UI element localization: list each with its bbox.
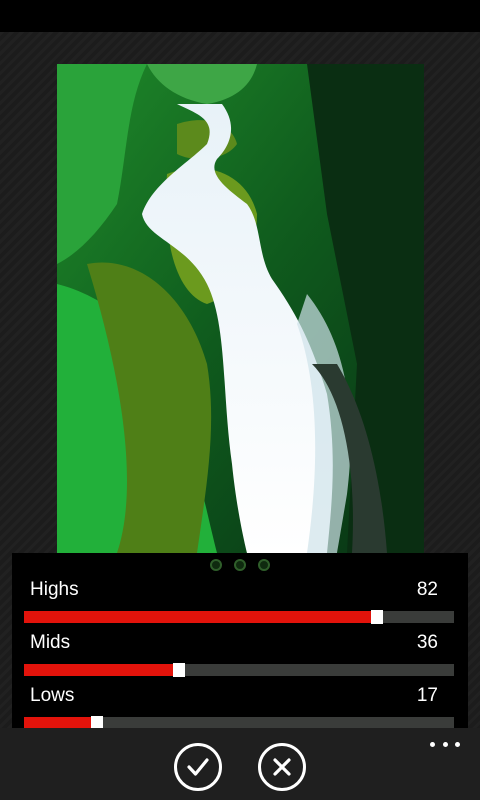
highs-slider-thumb[interactable] bbox=[370, 610, 383, 624]
ellipsis-icon bbox=[430, 741, 435, 747]
mids-label: Mids bbox=[30, 632, 71, 653]
app-bar bbox=[0, 728, 480, 800]
photo-preview bbox=[57, 64, 424, 553]
highs-slider[interactable] bbox=[24, 610, 454, 624]
mids-slider-thumb[interactable] bbox=[172, 663, 185, 677]
page-indicator bbox=[12, 559, 468, 571]
tone-adjustment-panel: Highs 82 Mids 36 Lows 17 bbox=[12, 553, 468, 735]
check-icon bbox=[187, 758, 209, 776]
editor-canvas: Highs 82 Mids 36 Lows 17 bbox=[0, 32, 480, 735]
page-dot[interactable] bbox=[210, 559, 222, 571]
lows-value: 17 bbox=[416, 685, 438, 706]
highs-row: Highs 82 bbox=[24, 579, 454, 629]
close-icon bbox=[273, 758, 291, 776]
ellipsis-icon bbox=[442, 741, 448, 747]
mids-slider-fill bbox=[24, 664, 179, 676]
mids-slider[interactable] bbox=[24, 663, 454, 677]
lows-label: Lows bbox=[30, 685, 75, 706]
confirm-button[interactable] bbox=[174, 743, 222, 791]
page-dot[interactable] bbox=[234, 559, 246, 571]
page-dot[interactable] bbox=[258, 559, 270, 571]
ellipsis-icon bbox=[455, 741, 460, 747]
mids-value: 36 bbox=[416, 632, 438, 653]
highs-slider-fill bbox=[24, 611, 377, 623]
cancel-button[interactable] bbox=[258, 743, 306, 791]
highs-value: 82 bbox=[416, 579, 438, 600]
waterfall-photo bbox=[57, 64, 424, 553]
status-bar bbox=[0, 0, 480, 32]
more-options-button[interactable] bbox=[430, 738, 460, 750]
highs-label: Highs bbox=[30, 579, 79, 600]
mids-row: Mids 36 bbox=[24, 632, 454, 682]
